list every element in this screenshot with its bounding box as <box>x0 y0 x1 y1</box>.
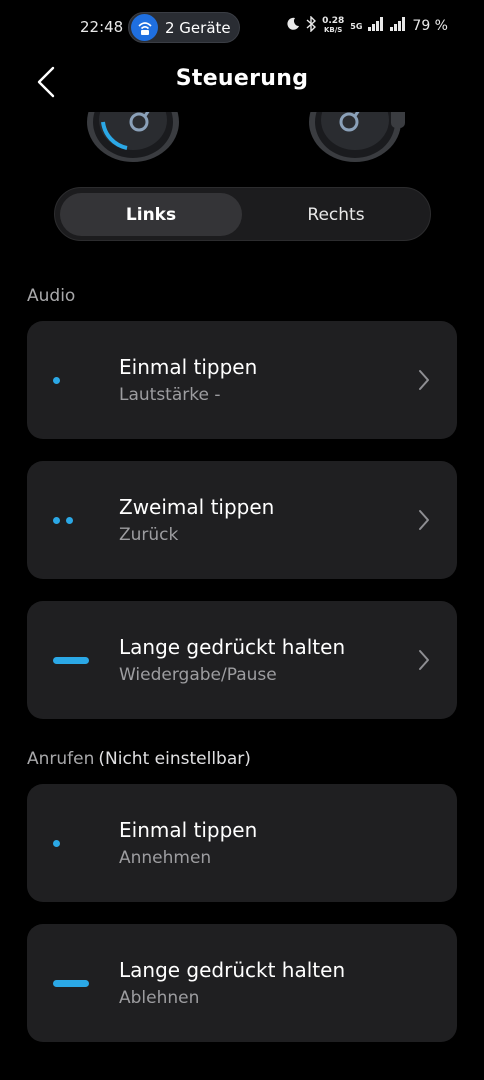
bluetooth-icon <box>306 15 317 36</box>
single-tap-indicator <box>53 372 60 388</box>
section-calls-note: (Nicht einstellbar) <box>98 749 251 769</box>
call-long-press-card: Lange gedrückt halten Ablehnen <box>27 924 457 1042</box>
card-title: Einmal tippen <box>119 355 258 379</box>
page-title: Steuerung <box>175 66 309 91</box>
screen: 22:48 2 Geräte 0.28 KB/S 5G 79 % Steueru… <box>0 0 484 1080</box>
status-time: 22:48 <box>80 18 124 36</box>
signal-icon-2 <box>390 17 406 35</box>
card-value: Wiedergabe/Pause <box>119 665 277 685</box>
connected-devices-pill[interactable]: 2 Geräte <box>128 12 240 43</box>
card-title: Einmal tippen <box>119 818 258 842</box>
wireless-device-icon <box>131 14 158 41</box>
section-calls-label: Anrufen (Nicht einstellbar) <box>27 749 251 769</box>
double-tap-indicator <box>53 512 73 528</box>
card-value: Annehmen <box>119 848 212 868</box>
network-speed-unit: KB/S <box>323 26 343 34</box>
side-selector: Links Rechts <box>54 187 431 241</box>
card-title: Zweimal tippen <box>119 495 275 519</box>
devices-count-label: 2 Geräte <box>165 18 231 37</box>
chevron-right-icon <box>419 370 429 390</box>
tab-right[interactable]: Rechts <box>245 193 427 236</box>
section-calls-title: Anrufen <box>27 749 95 769</box>
network-speed-value: 0.28 <box>322 16 345 26</box>
network-speed: 0.28 KB/S <box>322 17 344 35</box>
audio-double-tap-card[interactable]: Zweimal tippen Zurück <box>27 461 457 579</box>
card-title: Lange gedrückt halten <box>119 635 346 659</box>
status-bar: 22:48 2 Geräte 0.28 KB/S 5G 79 % <box>0 0 484 56</box>
left-earbud-image <box>87 112 179 162</box>
card-title: Lange gedrückt halten <box>119 958 346 982</box>
signal-icon <box>368 17 384 35</box>
card-value: Zurück <box>119 525 179 545</box>
header: Steuerung <box>0 56 484 106</box>
battery-level: 79 % <box>412 18 448 34</box>
chevron-right-icon <box>419 650 429 670</box>
long-press-indicator <box>53 975 89 991</box>
long-press-indicator <box>53 652 89 668</box>
section-audio-label: Audio <box>27 286 76 306</box>
network-type: 5G <box>350 21 363 31</box>
status-icons: 0.28 KB/S 5G 79 % <box>286 15 448 36</box>
right-earbud-image <box>309 112 405 162</box>
card-value: Lautstärke - <box>119 385 221 405</box>
card-value: Ablehnen <box>119 988 200 1008</box>
single-tap-indicator <box>53 835 60 851</box>
call-single-tap-card: Einmal tippen Annehmen <box>27 784 457 902</box>
earbuds-preview <box>0 112 484 168</box>
audio-long-press-card[interactable]: Lange gedrückt halten Wiedergabe/Pause <box>27 601 457 719</box>
tab-left[interactable]: Links <box>60 193 242 236</box>
audio-single-tap-card[interactable]: Einmal tippen Lautstärke - <box>27 321 457 439</box>
chevron-right-icon <box>419 510 429 530</box>
moon-icon <box>286 17 300 35</box>
